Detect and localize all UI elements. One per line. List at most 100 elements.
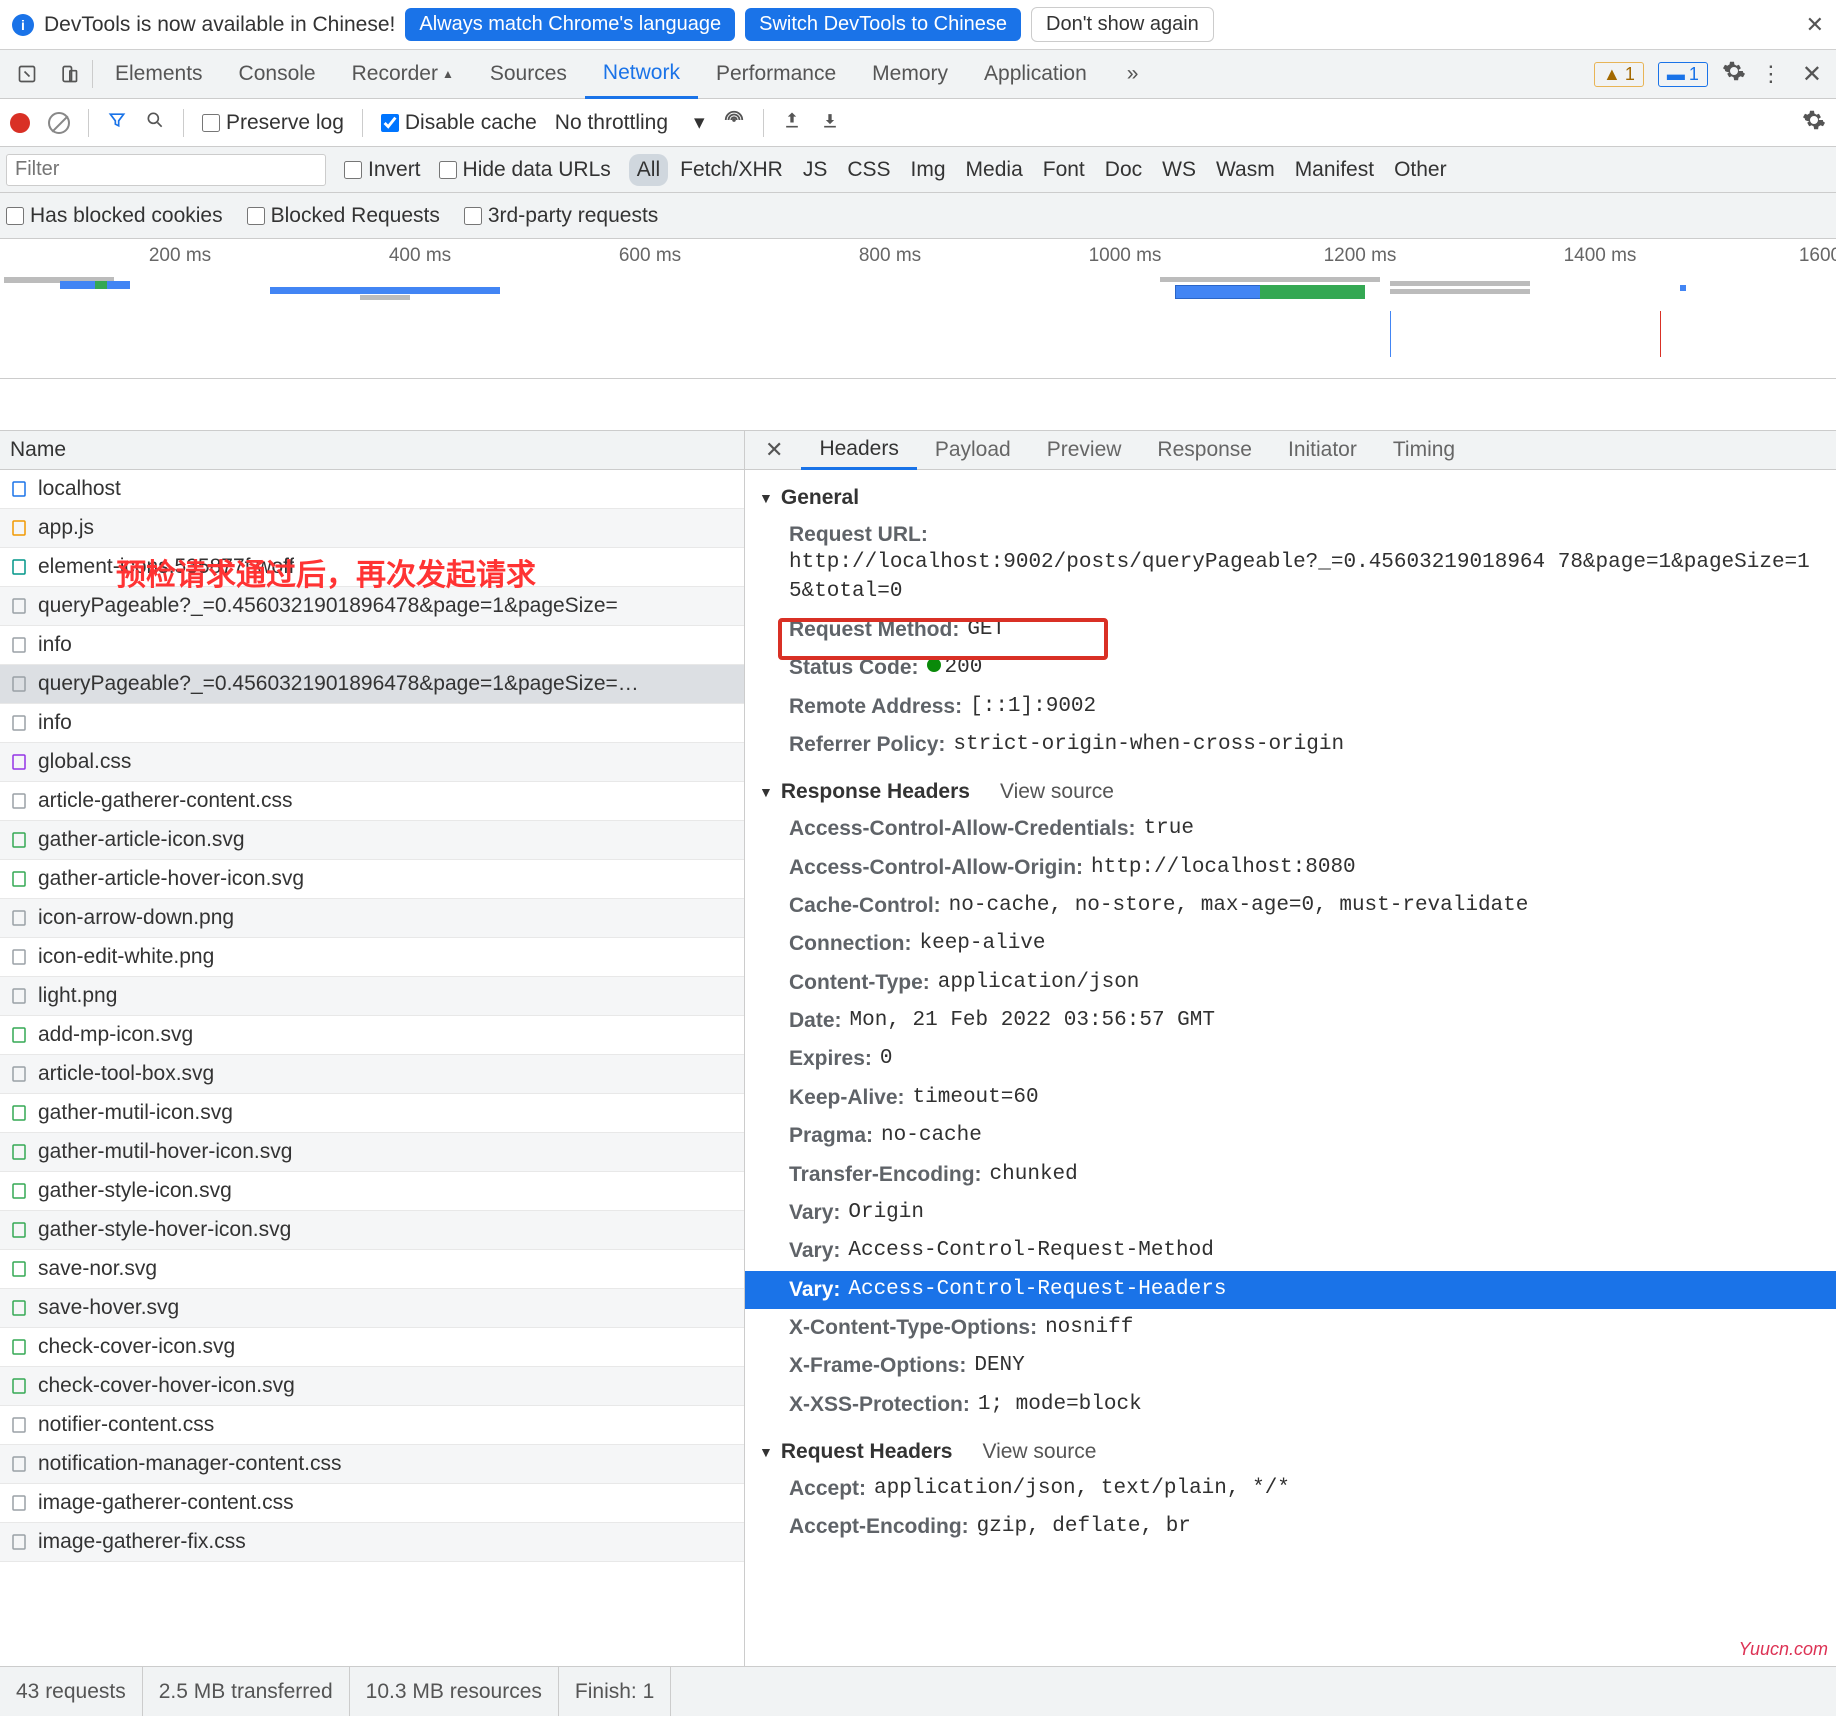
request-row[interactable]: info (0, 704, 744, 743)
request-row[interactable]: gather-mutil-icon.svg (0, 1094, 744, 1133)
panel-tab-console[interactable]: Console (221, 50, 334, 99)
filter-type-media[interactable]: Media (958, 154, 1031, 186)
hide-data-urls-checkbox[interactable]: Hide data URLs (439, 158, 611, 182)
request-row[interactable]: global.css (0, 743, 744, 782)
preserve-log-checkbox[interactable]: Preserve log (202, 111, 344, 135)
request-row[interactable]: save-hover.svg (0, 1289, 744, 1328)
request-row[interactable]: icon-edit-white.png (0, 938, 744, 977)
dont-show-again-button[interactable]: Don't show again (1031, 7, 1214, 42)
header-row[interactable]: Referrer Policy:strict-origin-when-cross… (759, 726, 1822, 764)
section-header[interactable]: ▼ General (759, 480, 1822, 516)
filter-type-wasm[interactable]: Wasm (1208, 154, 1283, 186)
detail-tab-headers[interactable]: Headers (801, 430, 916, 470)
throttling-select[interactable]: No throttling ▾ (555, 110, 705, 135)
request-row[interactable]: notifier-content.css (0, 1406, 744, 1445)
requests-header[interactable]: Name (0, 430, 745, 470)
request-row[interactable]: check-cover-hover-icon.svg (0, 1367, 744, 1406)
request-row[interactable]: article-tool-box.svg (0, 1055, 744, 1094)
filter-type-img[interactable]: Img (903, 154, 954, 186)
timeline-overview[interactable]: 200 ms400 ms600 ms800 ms1000 ms1200 ms14… (0, 239, 1836, 379)
panel-tab-application[interactable]: Application (966, 50, 1105, 99)
section-header[interactable]: ▼ Response HeadersView source (759, 774, 1822, 810)
panel-tab-recorder[interactable]: Recorder ▲ (334, 50, 472, 99)
header-row[interactable]: Access-Control-Allow-Credentials:true (759, 810, 1822, 848)
request-row[interactable]: notification-manager-content.css (0, 1445, 744, 1484)
record-button[interactable] (10, 113, 30, 133)
always-match-button[interactable]: Always match Chrome's language (405, 8, 735, 41)
filter-type-font[interactable]: Font (1035, 154, 1093, 186)
invert-checkbox[interactable]: Invert (344, 158, 421, 182)
header-row[interactable]: Cache-Control:no-cache, no-store, max-ag… (759, 887, 1822, 925)
filter-type-js[interactable]: JS (795, 154, 836, 186)
filter-type-all[interactable]: All (629, 154, 668, 186)
close-devtools-icon[interactable]: ✕ (1802, 60, 1822, 89)
disable-cache-checkbox[interactable]: Disable cache (381, 111, 537, 135)
request-row[interactable]: light.png (0, 977, 744, 1016)
header-row[interactable]: X-XSS-Protection:1; mode=block (759, 1386, 1822, 1424)
request-row[interactable]: app.js (0, 509, 744, 548)
header-row[interactable]: Request URL:http://localhost:9002/posts/… (759, 516, 1822, 611)
request-row[interactable]: gather-article-hover-icon.svg (0, 860, 744, 899)
filter-icon[interactable] (107, 110, 127, 136)
header-row[interactable]: Vary:Access-Control-Request-Method (759, 1232, 1822, 1270)
header-row[interactable]: Vary:Access-Control-Request-Headers (745, 1271, 1836, 1309)
request-row[interactable]: check-cover-icon.svg (0, 1328, 744, 1367)
header-row[interactable]: Content-Type:application/json (759, 964, 1822, 1002)
request-row[interactable]: article-gatherer-content.css (0, 782, 744, 821)
request-row[interactable]: queryPageable?_=0.4560321901896478&page=… (0, 665, 744, 704)
header-row[interactable]: Access-Control-Allow-Origin:http://local… (759, 849, 1822, 887)
filter-type-css[interactable]: CSS (839, 154, 898, 186)
panel-tab-performance[interactable]: Performance (698, 50, 854, 99)
blocked-requests-checkbox[interactable]: Blocked Requests (247, 204, 440, 228)
network-settings-icon[interactable] (1802, 108, 1826, 138)
export-har-icon[interactable] (820, 110, 840, 136)
request-row[interactable]: icon-arrow-down.png (0, 899, 744, 938)
header-row[interactable]: Remote Address:[::1]:9002 (759, 688, 1822, 726)
detail-tab-initiator[interactable]: Initiator (1270, 430, 1375, 470)
header-row[interactable]: Connection:keep-alive (759, 925, 1822, 963)
third-party-checkbox[interactable]: 3rd-party requests (464, 204, 658, 228)
request-row[interactable]: localhost (0, 470, 744, 509)
header-row[interactable]: X-Frame-Options:DENY (759, 1347, 1822, 1385)
view-source-link[interactable]: View source (982, 1440, 1096, 1464)
request-row[interactable]: gather-style-hover-icon.svg (0, 1211, 744, 1250)
close-icon[interactable]: ✕ (1806, 12, 1824, 38)
filter-input[interactable] (6, 154, 326, 186)
filter-type-manifest[interactable]: Manifest (1287, 154, 1382, 186)
blocked-cookies-checkbox[interactable]: Has blocked cookies (6, 204, 223, 228)
filter-type-doc[interactable]: Doc (1097, 154, 1150, 186)
panel-tab-memory[interactable]: Memory (854, 50, 966, 99)
warnings-badge[interactable]: ▲ 1 (1594, 62, 1644, 87)
request-row[interactable]: gather-article-icon.svg (0, 821, 744, 860)
filter-type-ws[interactable]: WS (1154, 154, 1204, 186)
clear-button[interactable] (48, 112, 70, 134)
network-conditions-icon[interactable] (723, 109, 745, 137)
settings-icon[interactable] (1722, 59, 1746, 89)
close-details-icon[interactable]: ✕ (751, 437, 797, 463)
header-row[interactable]: X-Content-Type-Options:nosniff (759, 1309, 1822, 1347)
request-row[interactable]: image-gatherer-content.css (0, 1484, 744, 1523)
request-row[interactable]: gather-style-icon.svg (0, 1172, 744, 1211)
search-icon[interactable] (145, 110, 165, 136)
request-row[interactable]: info (0, 626, 744, 665)
header-row[interactable]: Vary:Origin (759, 1194, 1822, 1232)
switch-devtools-button[interactable]: Switch DevTools to Chinese (745, 8, 1021, 41)
detail-tab-payload[interactable]: Payload (917, 430, 1029, 470)
filter-type-other[interactable]: Other (1386, 154, 1455, 186)
more-panels-icon[interactable]: » (1109, 50, 1157, 99)
header-row[interactable]: Keep-Alive:timeout=60 (759, 1079, 1822, 1117)
header-row[interactable]: Accept-Encoding:gzip, deflate, br (759, 1508, 1822, 1546)
device-mode-icon[interactable] (50, 58, 88, 90)
header-row[interactable]: Expires:0 (759, 1040, 1822, 1078)
request-row[interactable]: image-gatherer-fix.css (0, 1523, 744, 1562)
header-row[interactable]: Pragma:no-cache (759, 1117, 1822, 1155)
panel-tab-elements[interactable]: Elements (97, 50, 221, 99)
header-row[interactable]: Transfer-Encoding:chunked (759, 1156, 1822, 1194)
kebab-icon[interactable]: ⋮ (1760, 61, 1782, 87)
filter-type-fetchxhr[interactable]: Fetch/XHR (672, 154, 791, 186)
detail-tab-preview[interactable]: Preview (1029, 430, 1140, 470)
header-row[interactable]: Accept:application/json, text/plain, */* (759, 1470, 1822, 1508)
detail-tab-response[interactable]: Response (1139, 430, 1270, 470)
panel-tab-network[interactable]: Network (585, 50, 698, 99)
request-row[interactable]: save-nor.svg (0, 1250, 744, 1289)
